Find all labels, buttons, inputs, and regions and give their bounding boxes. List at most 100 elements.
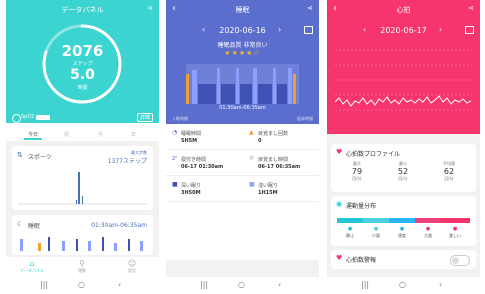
divider	[166, 175, 319, 176]
title-bar: ‹ 心拍 ⋖	[327, 0, 480, 20]
warning-icon: ▲	[249, 129, 254, 136]
stat-value: 79	[351, 167, 363, 176]
nav-label: 運動	[78, 268, 86, 273]
zone-icon: ◉	[336, 200, 343, 208]
tab-year[interactable]: 年	[131, 131, 136, 138]
next-day-icon[interactable]: ›	[278, 25, 281, 34]
stat-bedtime: zᶻ 寝付き時間 06-17 01:30am	[166, 154, 242, 171]
title-bar: ‹ 睡眠 ⋖	[166, 0, 319, 20]
intense-icon: ●	[452, 226, 458, 232]
stat-value: 62	[443, 167, 455, 176]
zones-title: 運動量分布	[346, 203, 377, 210]
stat-label: 目覚まし時間	[258, 157, 289, 163]
date-label: 2020-06-16	[219, 26, 266, 35]
sleep-card[interactable]: ☾ 睡眠 01:30am-06:35am	[12, 215, 153, 255]
tab-week[interactable]: 週	[64, 131, 69, 138]
stat-value: 1H15M	[258, 190, 278, 196]
share-icon[interactable]: ⋖	[147, 4, 153, 12]
zone-bar-heavy	[415, 218, 441, 223]
data-panel-screen: データパネル ⋖ 2076 ステップ 5.0 時間 SpO2 詳細 今日 週 月…	[6, 0, 159, 294]
sleep-quality: 睡眠品質 非常良い	[217, 42, 268, 49]
timeline-start-label: 入眠時間	[172, 116, 188, 121]
recents-icon[interactable]: |||	[200, 280, 208, 289]
nav-settings[interactable]: ☺ 設定	[112, 259, 152, 274]
deep-sleep-icon: ■	[172, 181, 178, 188]
stat-label: 深い眠り	[181, 183, 202, 189]
sleep-mini-chart	[20, 237, 143, 251]
zone-label: 適度	[398, 233, 406, 238]
recents-icon[interactable]: |||	[361, 280, 369, 289]
stat-max: 最大 79 回/分	[337, 161, 377, 182]
clock-icon: ◔	[172, 129, 178, 136]
share-icon[interactable]: ⋖	[468, 4, 474, 12]
person-icon: ☺	[127, 259, 137, 268]
stat-value: 5H5M	[181, 138, 198, 144]
nav-label: データパネル	[20, 268, 44, 273]
heart-rate-screen: ‹ 心拍 ⋖ ‹ 2020-06-17 › ♥ 心拍数プロファイル 最大 79 …	[327, 0, 480, 294]
zone-label: 大量	[424, 233, 432, 238]
spo2-label: SpO2	[21, 114, 35, 120]
zone-bar-intense	[441, 218, 470, 223]
nav-exercise[interactable]: ⚲ 運動	[62, 259, 102, 274]
sports-card[interactable]: ⇅ スポーツ 最大步数 1377ステップ	[12, 146, 153, 210]
recents-icon[interactable]: |||	[40, 280, 48, 289]
profile-title: 心拍数プロファイル	[346, 151, 401, 158]
summary-header: データパネル ⋖ 2076 ステップ 5.0 時間 SpO2 詳細	[6, 0, 159, 123]
calendar-icon[interactable]	[465, 26, 474, 34]
sleep-screen: ‹ 睡眠 ⋖ ‹ 2020-06-16 › 睡眠品質 非常良い ★★★★☆ 01…	[166, 0, 319, 294]
stat-value: 52	[397, 167, 409, 176]
stat-light-sleep: ■ 浅い眠り 1H15M	[243, 180, 319, 197]
stat-unit: 回/分	[352, 176, 362, 181]
back-chevron-icon[interactable]: ‹	[278, 280, 281, 289]
heart-icon: ♥	[336, 148, 343, 156]
system-navbar: ||| ○ ‹	[327, 277, 480, 294]
spo2-indicator	[36, 115, 50, 120]
zone-label: 少量	[372, 233, 380, 238]
sun-icon: ☼	[249, 155, 255, 162]
next-day-icon[interactable]: ›	[439, 25, 442, 34]
step-unit: ステップ	[72, 61, 93, 67]
system-navbar: ||| ○ ‹	[6, 277, 159, 294]
hours-value: 5.0	[70, 67, 95, 83]
tab-month[interactable]: 月	[98, 131, 103, 138]
home-circle-icon[interactable]: ○	[78, 280, 85, 289]
alarm-toggle[interactable]	[450, 255, 470, 266]
light-sleep-icon: ■	[249, 181, 255, 188]
zone-bar-moderate	[389, 218, 415, 223]
date-label: 2020-06-17	[380, 26, 427, 35]
title-bar: データパネル ⋖	[6, 0, 159, 20]
page-title: 睡眠	[235, 6, 250, 14]
stat-value: 0	[258, 138, 262, 144]
hours-unit: 時間	[77, 85, 88, 91]
running-icon: ⚲	[79, 259, 85, 268]
back-chevron-icon[interactable]: ‹	[118, 280, 121, 289]
nav-data-panel[interactable]: ⌂ データパネル	[12, 259, 52, 274]
moon-icon: ☾	[17, 220, 24, 228]
sleep-stage-chart	[186, 64, 299, 104]
run-icon: ●	[399, 226, 405, 232]
back-chevron-icon[interactable]: ‹	[439, 280, 442, 289]
alarm-icon: ♥	[336, 254, 343, 262]
heart-rate-profile-card: ♥ 心拍数プロファイル 最大 79 回/分 最小 52 回/分 平均値 62 回…	[331, 144, 476, 192]
alarm-title: 心拍数警報	[346, 257, 377, 264]
sleep-time-range: 01:30am-06:35am	[219, 105, 266, 111]
system-navbar: ||| ○ ‹	[166, 277, 319, 294]
page-title: 心拍	[396, 6, 411, 14]
steps-icon: ⇅	[17, 151, 23, 159]
stat-value: 06-17 06:35am	[258, 164, 301, 170]
sports-label: スポーツ	[28, 154, 52, 161]
share-icon[interactable]: ⋖	[307, 4, 313, 12]
detail-button[interactable]: 詳細	[136, 113, 153, 122]
stat-deep-sleep: ■ 深い眠り 3H50M	[166, 180, 242, 197]
home-circle-icon[interactable]: ○	[399, 280, 406, 289]
zone-bar-rest	[337, 218, 363, 223]
zzz-icon: zᶻ	[172, 155, 178, 162]
home-circle-icon[interactable]: ○	[238, 280, 245, 289]
home-icon: ⌂	[29, 259, 35, 268]
calendar-icon[interactable]	[304, 26, 313, 34]
stat-label: 目覚まし回数	[258, 131, 289, 137]
toggle-knob	[452, 257, 459, 264]
spo2-icon	[12, 114, 21, 123]
stat-value: 3H50M	[181, 190, 201, 196]
tab-today[interactable]: 今日	[28, 131, 38, 138]
